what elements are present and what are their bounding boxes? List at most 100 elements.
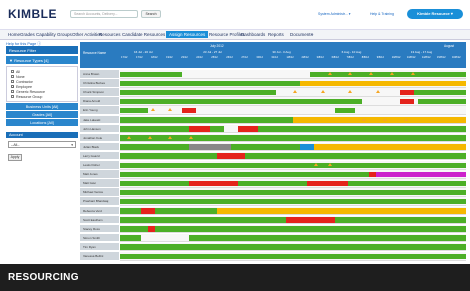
allocation-bar[interactable]	[376, 171, 466, 178]
resource-row-name[interactable]: Tim Ryan	[80, 242, 119, 252]
allocation-bar[interactable]	[120, 117, 293, 123]
warning-icon[interactable]	[348, 72, 353, 75]
allocation-bar[interactable]	[120, 171, 370, 178]
resource-row-name[interactable]: Jake Lakeski	[80, 115, 119, 124]
resource-row-name[interactable]: John Hanson	[80, 124, 119, 134]
nav-tab-capability-groups[interactable]: Capability Groups	[36, 32, 72, 37]
allocation-bar[interactable]	[120, 226, 148, 232]
allocation-bar[interactable]	[182, 107, 197, 114]
allocation-bar[interactable]	[120, 189, 466, 196]
resource-type-checkbox[interactable]: Resource Group	[11, 94, 73, 99]
warning-icon[interactable]	[293, 90, 297, 94]
allocation-bar[interactable]	[348, 180, 466, 187]
allocation-bar[interactable]	[334, 107, 356, 114]
resource-row-name[interactable]: Christina Burkes	[80, 79, 119, 88]
warning-icon[interactable]	[327, 163, 332, 166]
allocation-bar[interactable]	[154, 226, 466, 232]
allocation-bar[interactable]	[120, 244, 466, 250]
warning-icon[interactable]	[327, 72, 332, 75]
search-button[interactable]: Search	[141, 10, 161, 18]
help-training-link[interactable]: Help & Training	[370, 12, 394, 16]
allocation-bar[interactable]	[230, 144, 300, 150]
filter-section-header[interactable]: Business Units [All]	[6, 103, 78, 110]
allocation-bar[interactable]	[120, 98, 363, 105]
allocation-bar[interactable]	[120, 253, 466, 259]
allocation-bar[interactable]	[400, 89, 415, 96]
resource-row-name[interactable]: Erin Young	[80, 106, 119, 115]
nav-tab-grades[interactable]: Grades	[20, 32, 35, 37]
allocation-bar[interactable]	[400, 98, 415, 105]
allocation-bar[interactable]	[120, 217, 287, 223]
resource-row-name[interactable]: Diana Arnold	[80, 97, 119, 106]
allocation-bar[interactable]	[120, 153, 217, 159]
resource-row-name[interactable]: Larry Goazd	[80, 151, 119, 161]
warning-icon[interactable]	[320, 90, 325, 94]
allocation-bar[interactable]	[334, 217, 466, 223]
allocation-bar[interactable]	[306, 180, 349, 187]
resource-row-name[interactable]: Scott Eastham	[80, 215, 119, 225]
resource-row-name[interactable]: Rebecca Verd	[80, 206, 119, 215]
filter-section-header[interactable]: Locations [All]	[6, 119, 78, 126]
allocation-bar[interactable]	[237, 126, 259, 132]
resource-row-name[interactable]: Matt Jones	[80, 170, 119, 179]
allocation-bar[interactable]	[313, 144, 466, 150]
resource-row-name[interactable]: Julian Black	[80, 142, 119, 152]
allocation-bar[interactable]	[120, 235, 141, 241]
filter-section-header[interactable]: Grades [All]	[6, 111, 78, 118]
allocation-bar[interactable]	[293, 117, 466, 123]
warning-icon[interactable]	[369, 72, 374, 75]
resource-row-name[interactable]: Michael Venice	[80, 188, 119, 197]
warning-icon[interactable]	[151, 108, 156, 112]
allocation-bar[interactable]	[299, 144, 314, 150]
resource-row-name[interactable]: Vanessa Bellini	[80, 252, 119, 261]
allocation-bar[interactable]	[216, 208, 466, 214]
search-input[interactable]: Search Accounts, Delivery...	[70, 10, 138, 18]
allocation-bar[interactable]	[189, 180, 238, 187]
allocation-bar[interactable]	[417, 98, 466, 105]
nav-tab-home[interactable]: Home	[8, 32, 20, 37]
allocation-bar[interactable]	[369, 171, 377, 178]
warning-icon[interactable]	[362, 117, 367, 121]
allocation-bar[interactable]	[216, 153, 245, 159]
resource-row-name[interactable]: Stacey Ross	[80, 224, 119, 234]
resource-row-name[interactable]: Simon Smith	[80, 233, 119, 243]
resource-row-name[interactable]: Prashant Bhardwaj	[80, 197, 119, 206]
allocation-bar[interactable]	[189, 126, 210, 132]
warning-icon[interactable]	[126, 135, 131, 139]
nav-tab-resources[interactable]: Resources	[99, 32, 121, 37]
allocation-bar[interactable]	[120, 208, 141, 214]
apply-button[interactable]: Apply	[8, 154, 22, 161]
nav-tab-dashboards[interactable]: Dashboards	[241, 32, 265, 37]
warning-icon[interactable]	[168, 135, 173, 139]
nav-tab-resource-profiles[interactable]: Resource Profiles	[209, 32, 245, 37]
system-admin-menu[interactable]: System Administr... ▾	[318, 12, 351, 16]
allocation-bar[interactable]	[120, 180, 190, 187]
allocation-bar[interactable]	[244, 153, 466, 159]
allocation-bar[interactable]	[189, 144, 231, 150]
resource-row-name[interactable]: Jonathan Kole	[80, 133, 119, 143]
allocation-bar[interactable]	[286, 217, 335, 223]
allocation-bar[interactable]	[120, 71, 183, 77]
allocation-bar[interactable]	[120, 162, 466, 168]
resource-row-name[interactable]: Matt Gavi	[80, 179, 119, 188]
nav-tab-documents[interactable]: Documents	[290, 32, 313, 37]
nav-tab-other-activities[interactable]: Other Activities	[72, 32, 102, 37]
allocation-bar[interactable]	[120, 80, 300, 87]
allocation-bar[interactable]	[154, 208, 217, 214]
allocation-bar[interactable]	[237, 180, 307, 187]
allocation-bar[interactable]	[120, 198, 466, 205]
resource-types-header[interactable]: ▼ Resource Types [4]	[6, 56, 78, 64]
warning-icon[interactable]	[189, 135, 194, 139]
warning-icon[interactable]	[313, 163, 318, 166]
nav-tab--[interactable]: +	[311, 32, 314, 37]
warning-icon[interactable]	[382, 117, 387, 121]
allocation-bar[interactable]	[189, 235, 466, 241]
allocation-bar[interactable]	[414, 89, 466, 96]
warning-icon[interactable]	[147, 135, 152, 139]
resource-row-name[interactable]: Anna Brown	[80, 70, 119, 79]
warning-icon[interactable]	[410, 72, 415, 75]
account-select[interactable]: --All-- ▾	[8, 141, 76, 148]
nav-tab-assign-resources[interactable]: Assign Resources	[166, 31, 209, 38]
allocation-bar[interactable]	[209, 126, 224, 132]
allocation-bar[interactable]	[140, 208, 155, 214]
